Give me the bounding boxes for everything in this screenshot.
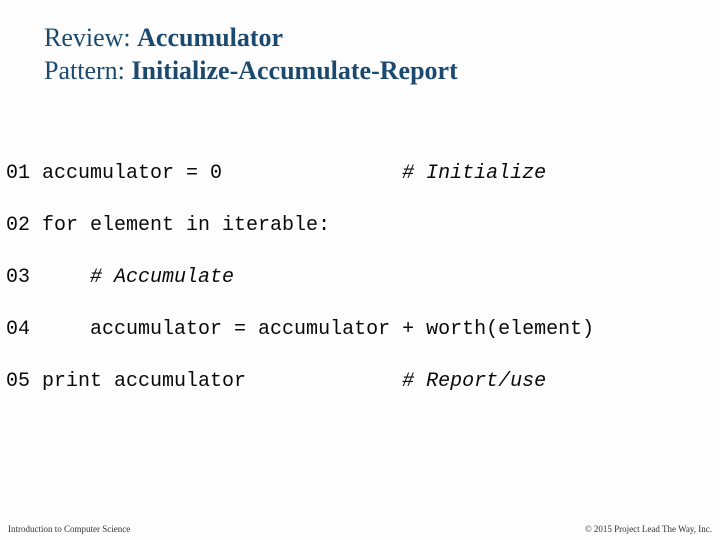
code-comment: # Report/use [402, 370, 546, 393]
code-line-3: 03 # Accumulate [6, 265, 720, 291]
slide-title: Review: Accumulator Pattern: Initialize-… [0, 0, 720, 87]
code-text: print accumulator [30, 370, 402, 393]
code-comment: # Initialize [402, 162, 546, 185]
title-prefix-2: Pattern: [44, 56, 131, 85]
title-bold-1: Accumulator [137, 23, 283, 52]
code-line-1: 01 accumulator = 0 # Initialize [6, 161, 720, 187]
code-text: accumulator = 0 [30, 162, 402, 185]
code-line-2: 02 for element in iterable: [6, 213, 720, 239]
title-prefix-1: Review: [44, 23, 137, 52]
line-number: 02 [6, 214, 30, 237]
line-number: 05 [6, 370, 30, 393]
footer-left: Introduction to Computer Science [8, 524, 130, 534]
line-number: 04 [6, 318, 30, 341]
title-line-1: Review: Accumulator [44, 22, 720, 55]
footer: Introduction to Computer Science © 2015 … [0, 524, 720, 534]
code-comment: # Accumulate [90, 266, 234, 289]
code-text: for element in iterable: [30, 214, 330, 237]
code-block: 01 accumulator = 0 # Initialize 02 for e… [0, 135, 720, 421]
code-line-4: 04 accumulator = accumulator + worth(ele… [6, 317, 720, 343]
line-number: 03 [6, 266, 30, 289]
code-text [30, 266, 90, 289]
code-line-5: 05 print accumulator # Report/use [6, 369, 720, 395]
title-bold-2: Initialize-Accumulate-Report [131, 56, 457, 85]
footer-right: © 2015 Project Lead The Way, Inc. [585, 524, 712, 534]
title-line-2: Pattern: Initialize-Accumulate-Report [44, 55, 720, 88]
code-text: accumulator = accumulator + worth(elemen… [30, 318, 594, 341]
line-number: 01 [6, 162, 30, 185]
